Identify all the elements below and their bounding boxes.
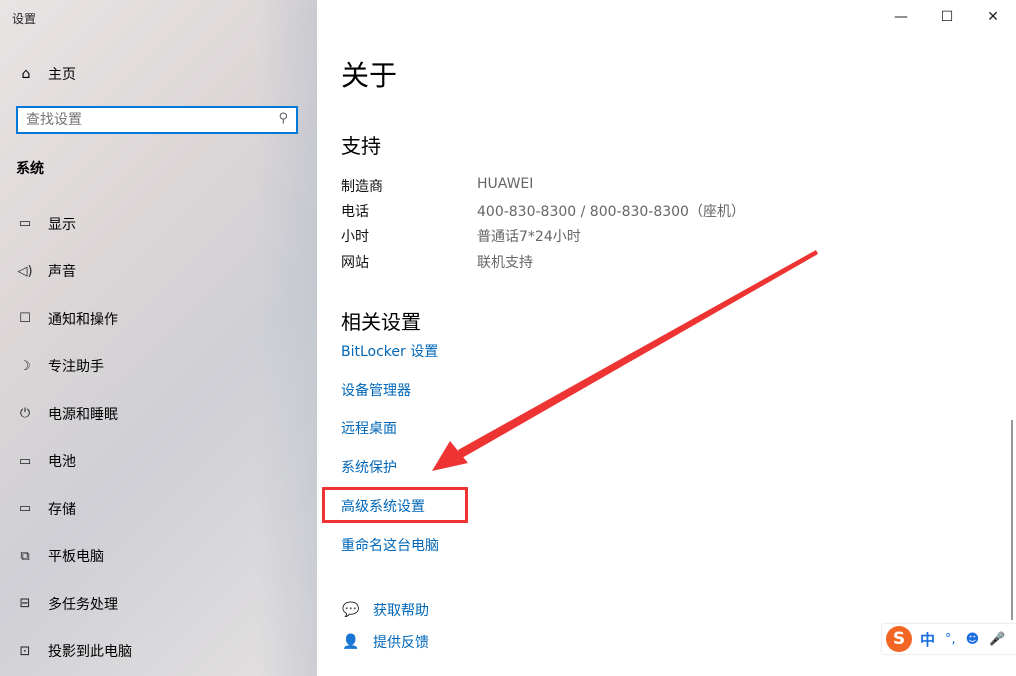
sidebar-item-sound[interactable]: ◁) 声音 (0, 248, 317, 296)
ime-toolbar[interactable]: S 中 °, ☻ 🎤 (882, 624, 1016, 654)
sidebar-item-tablet[interactable]: ⧉ 平板电脑 (0, 533, 317, 581)
sidebar-home[interactable]: ⌂ 主页 (16, 64, 76, 84)
device-manager-link[interactable]: 设备管理器 (341, 380, 411, 400)
support-value: 普通话7*24小时 (477, 229, 581, 245)
sidebar-item-projection[interactable]: ⊡ 投影到此电脑 (0, 628, 317, 676)
sidebar-item-focus-assist[interactable]: ☽ 专注助手 (0, 343, 317, 391)
sidebar-item-label: 通知和操作 (48, 311, 118, 328)
microphone-icon[interactable]: 🎤 (989, 632, 1005, 647)
sidebar-item-label: 多任务处理 (48, 596, 118, 613)
speaker-icon: ◁) (17, 263, 33, 279)
sidebar-item-multitasking[interactable]: ⊟ 多任务处理 (0, 580, 317, 628)
get-help-link[interactable]: 获取帮助 (373, 600, 429, 620)
get-help-row[interactable]: 💬 获取帮助 (341, 600, 429, 620)
sidebar-item-label: 投影到此电脑 (48, 644, 132, 661)
annotation-highlight-box (322, 487, 468, 523)
multitask-icon: ⊟ (19, 596, 31, 612)
battery-icon: ▭ (18, 453, 32, 469)
system-protection-link[interactable]: 系统保护 (341, 457, 397, 477)
sidebar-item-power[interactable]: ⏻ 电源和睡眠 (0, 390, 317, 438)
maximize-button[interactable]: ☐ (924, 0, 970, 34)
sidebar-item-display[interactable]: ▭ 显示 (0, 200, 317, 248)
punctuation-icon[interactable]: °, (945, 632, 956, 647)
sidebar-item-storage[interactable]: ▭ 存储 (0, 485, 317, 533)
online-support-link[interactable]: 联机支持 (477, 252, 533, 272)
support-key: 电话 (341, 204, 369, 220)
sidebar-item-label: 平板电脑 (48, 549, 104, 566)
moon-icon: ☽ (19, 358, 31, 374)
support-key: 制造商 (341, 179, 383, 195)
power-icon: ⏻ (19, 406, 31, 422)
rename-pc-link[interactable]: 重命名这台电脑 (341, 535, 439, 555)
feedback-link[interactable]: 提供反馈 (373, 632, 429, 652)
sidebar-item-label: 电池 (48, 454, 76, 471)
sidebar: 设置 ⌂ 主页 ⚲ 系统 ▭ 显示 ◁) 声音 ☐ 通知和操作 ☽ 专注助手 ⏻… (0, 0, 317, 676)
window-title: 设置 (12, 12, 37, 26)
projection-icon: ⊡ (19, 643, 31, 659)
support-row-manufacturer: 制造商 HUAWEI (341, 176, 533, 196)
ime-mode-toggle[interactable]: 中 (920, 629, 935, 650)
remote-desktop-link[interactable]: 远程桌面 (341, 418, 397, 438)
support-heading: 支持 (341, 134, 381, 158)
emoji-icon[interactable]: ☻ (966, 632, 980, 647)
support-row-website: 网站 联机支持 (341, 252, 533, 272)
storage-icon: ▭ (18, 501, 32, 517)
feedback-icon: 👤 (342, 634, 360, 650)
home-label: 主页 (48, 67, 76, 83)
sidebar-item-label: 专注助手 (48, 359, 104, 376)
sogou-logo-icon[interactable]: S (886, 626, 912, 652)
tablet-icon: ⧉ (20, 548, 30, 564)
related-settings-heading: 相关设置 (341, 310, 421, 334)
sidebar-nav: ▭ 显示 ◁) 声音 ☐ 通知和操作 ☽ 专注助手 ⏻ 电源和睡眠 ▭ 电池 ▭… (0, 200, 317, 675)
feedback-row[interactable]: 👤 提供反馈 (341, 632, 429, 652)
close-button[interactable]: ✕ (970, 0, 1016, 34)
search-input[interactable] (18, 108, 266, 132)
support-key: 小时 (341, 229, 369, 245)
window-controls: — ☐ ✕ (878, 0, 1016, 34)
sidebar-item-label: 存储 (48, 501, 76, 518)
scrollbar[interactable] (1011, 420, 1013, 620)
search-icon[interactable]: ⚲ (278, 111, 288, 126)
sidebar-item-label: 显示 (48, 216, 76, 233)
support-key: 网站 (341, 255, 369, 271)
main-panel: — ☐ ✕ 关于 支持 制造商 HUAWEI 电话 400-830-8300 /… (317, 0, 1016, 676)
support-value: HUAWEI (477, 176, 534, 192)
support-value: 400-830-8300 / 800-830-8300（座机） (477, 204, 745, 220)
help-chat-icon: 💬 (342, 602, 360, 618)
sidebar-item-label: 声音 (48, 264, 76, 281)
monitor-icon: ▭ (18, 216, 32, 232)
support-row-phone: 电话 400-830-8300 / 800-830-8300（座机） (341, 201, 745, 221)
sidebar-item-label: 电源和睡眠 (48, 406, 118, 423)
section-title: 系统 (16, 161, 44, 177)
search-box[interactable]: ⚲ (16, 106, 298, 134)
bitlocker-settings-link[interactable]: BitLocker 设置 (341, 341, 438, 361)
page-title: 关于 (341, 59, 398, 92)
home-icon: ⌂ (21, 66, 31, 82)
minimize-button[interactable]: — (878, 0, 924, 34)
notification-icon: ☐ (19, 311, 31, 327)
support-row-hours: 小时 普通话7*24小时 (341, 226, 581, 246)
sidebar-item-battery[interactable]: ▭ 电池 (0, 438, 317, 486)
sidebar-item-notifications[interactable]: ☐ 通知和操作 (0, 295, 317, 343)
